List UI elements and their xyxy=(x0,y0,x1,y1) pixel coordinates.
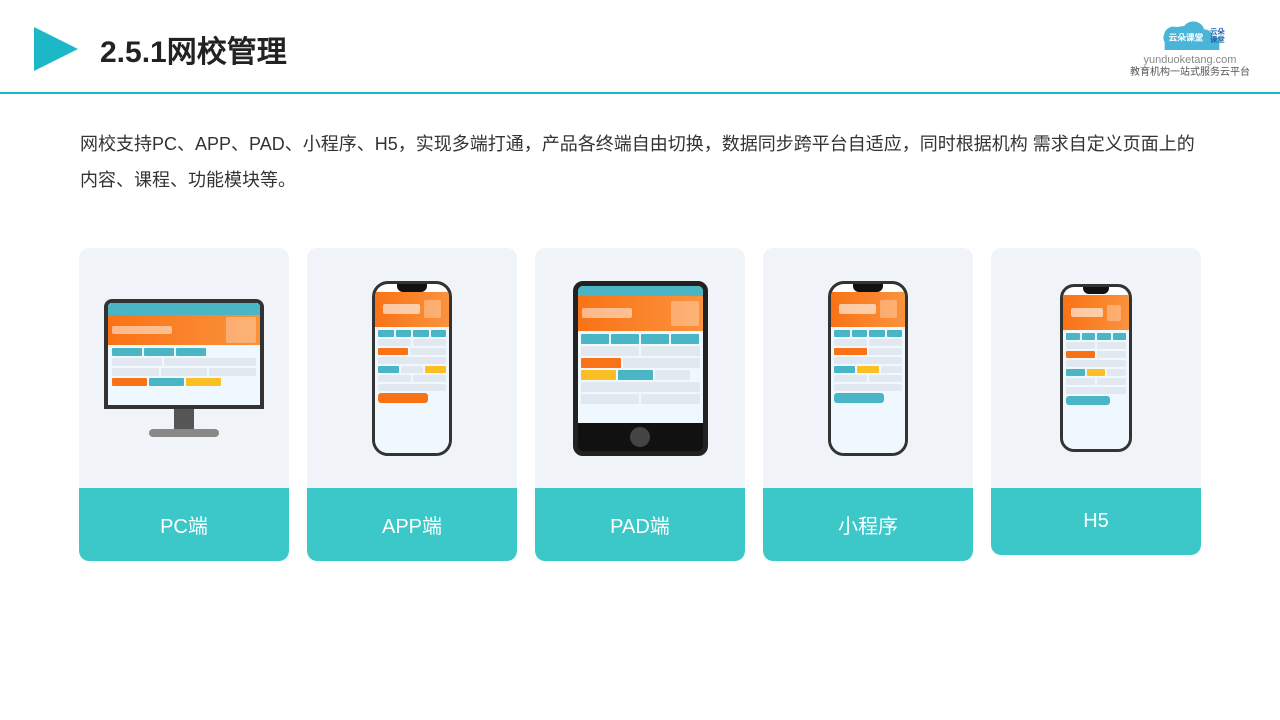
svg-text:云朵课堂: 云朵课堂 xyxy=(1169,32,1204,43)
card-app-image xyxy=(307,248,517,488)
logo-url: yunduoketang.com xyxy=(1144,54,1237,66)
card-pc-label: PC端 xyxy=(79,488,289,561)
header: 2.5.1网校管理 云朵 课堂 云朵课堂 yunduoketang.com 教育… xyxy=(0,0,1280,94)
card-app: APP端 xyxy=(307,248,517,561)
card-miniprogram-image xyxy=(763,248,973,488)
card-pad: PAD端 xyxy=(535,248,745,561)
svg-text:课堂: 课堂 xyxy=(1210,35,1225,44)
miniprogram-mockup xyxy=(828,281,908,456)
app-mockup xyxy=(372,281,452,456)
page-title: 2.5.1网校管理 xyxy=(100,27,287,71)
card-pad-image xyxy=(535,248,745,488)
logo-icon: 云朵 课堂 云朵课堂 xyxy=(1150,18,1230,54)
play-icon xyxy=(30,23,82,75)
card-app-label: APP端 xyxy=(307,488,517,561)
pad-mockup xyxy=(573,281,708,456)
description-content: 网校支持PC、APP、PAD、小程序、H5，实现多端打通，产品各终端自由切换，数… xyxy=(80,134,1195,190)
card-pad-label: PAD端 xyxy=(535,488,745,561)
description-text: 网校支持PC、APP、PAD、小程序、H5，实现多端打通，产品各终端自由切换，数… xyxy=(0,94,1280,208)
logo-area: 云朵 课堂 云朵课堂 yunduoketang.com 教育机构一站式服务云平台 xyxy=(1130,18,1250,80)
cards-container: PC端 xyxy=(0,218,1280,581)
card-h5-label: H5 xyxy=(991,488,1201,555)
logo-slogan: 教育机构一站式服务云平台 xyxy=(1130,66,1250,80)
card-h5: H5 xyxy=(991,248,1201,555)
card-pc-image xyxy=(79,248,289,488)
card-miniprogram-label: 小程序 xyxy=(763,488,973,561)
pc-mockup xyxy=(104,299,264,437)
header-left: 2.5.1网校管理 xyxy=(30,23,287,75)
card-h5-image xyxy=(991,248,1201,488)
card-miniprogram: 小程序 xyxy=(763,248,973,561)
card-pc: PC端 xyxy=(79,248,289,561)
h5-mockup xyxy=(1060,284,1132,452)
